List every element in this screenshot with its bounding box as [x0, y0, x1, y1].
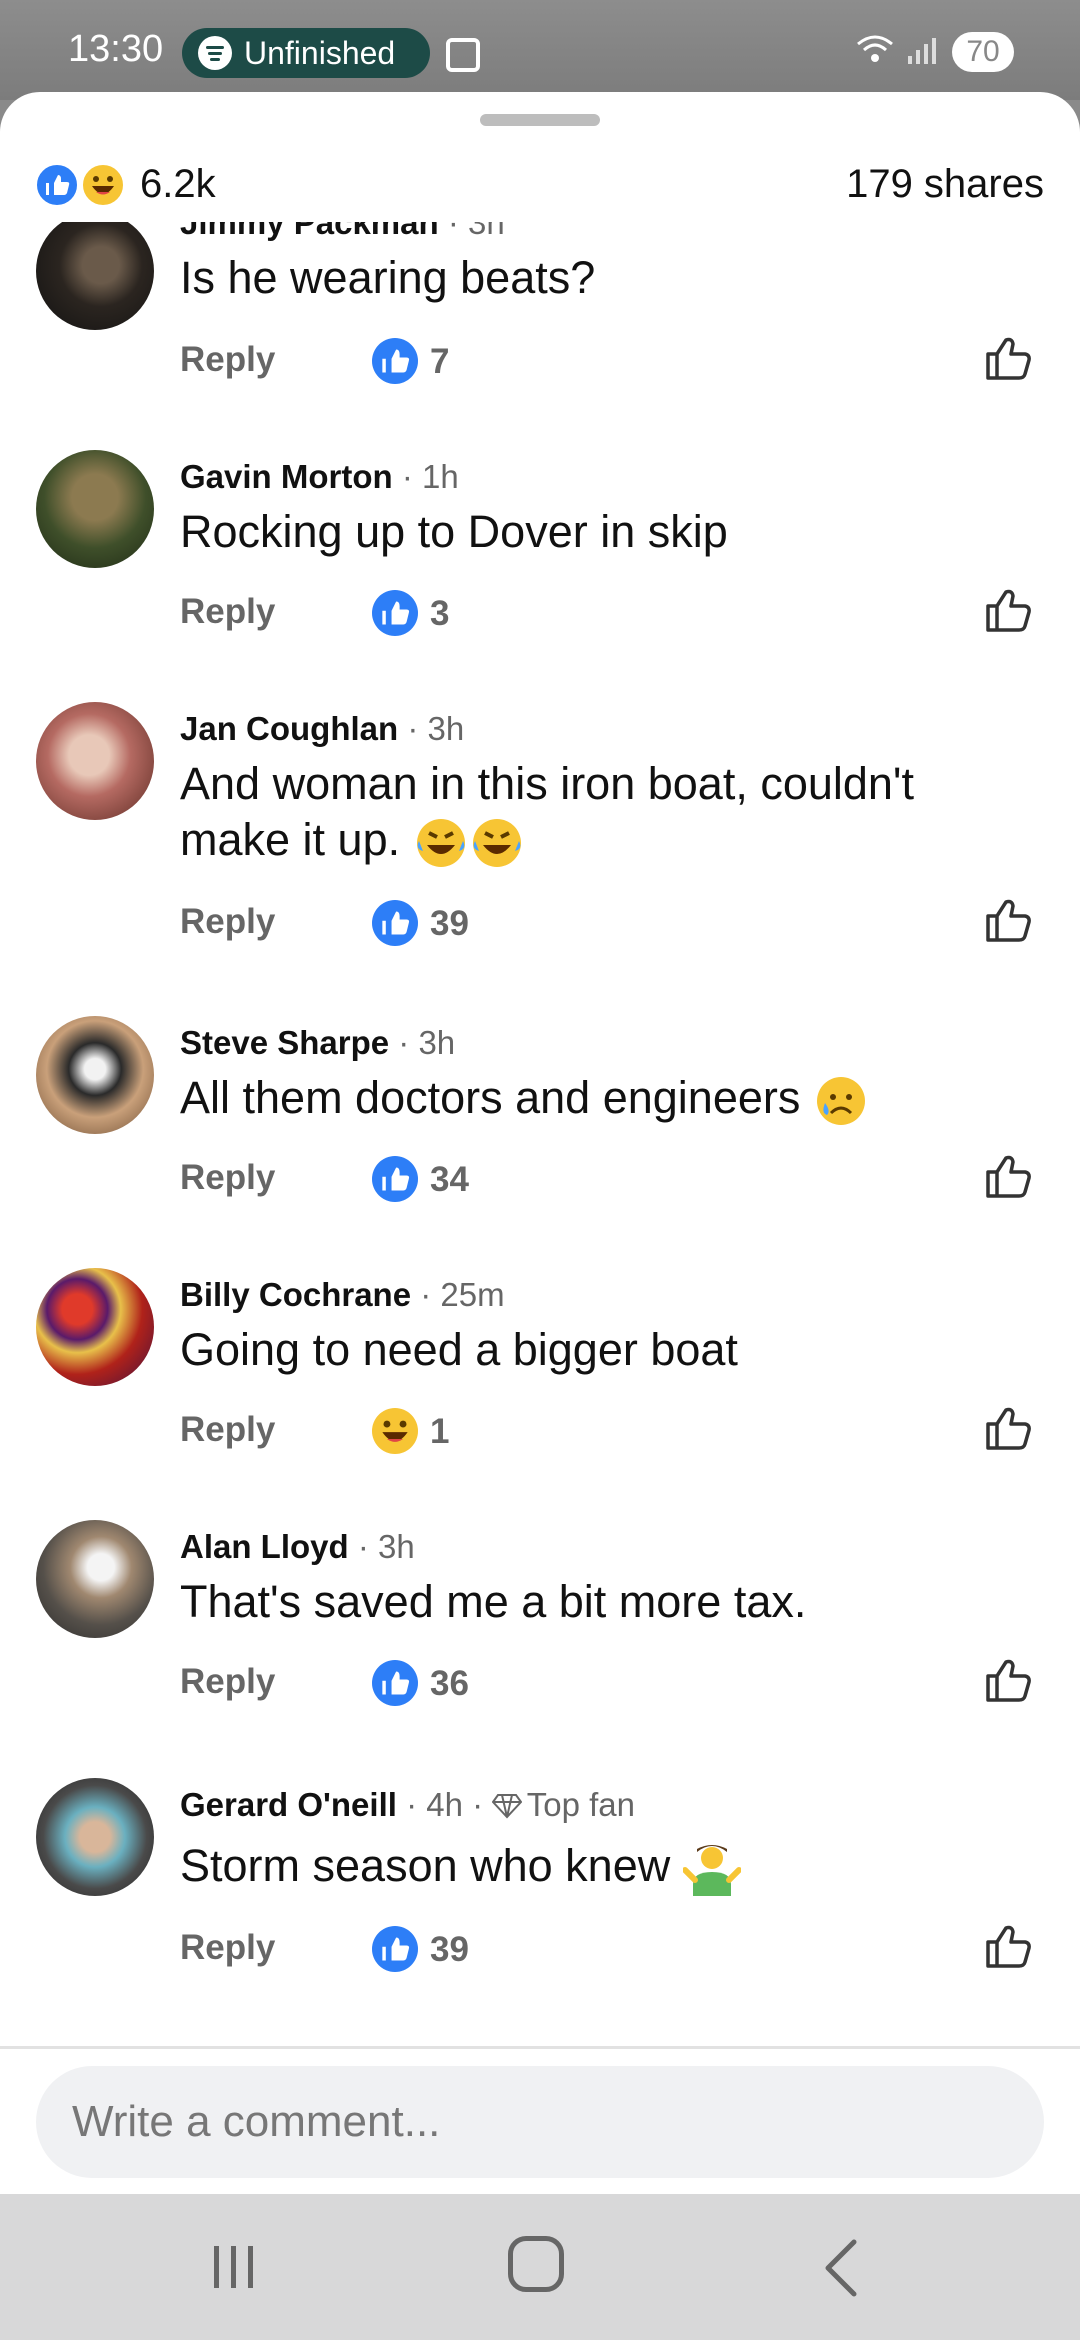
comment-author[interactable]: Jan Coughlan [180, 710, 398, 747]
reply-button[interactable]: Reply [180, 1158, 275, 1198]
comments-list[interactable]: Jimmy Packman · 3h Is he wearing beats? … [0, 222, 1080, 2142]
status-bar: 13:30 Unfinished 70 [0, 0, 1080, 100]
comment-text: Rocking up to Dover in skip [180, 506, 728, 557]
reaction-count[interactable]: 34 [430, 1160, 469, 1200]
comment-author[interactable]: Gavin Morton [180, 458, 393, 495]
comment-author[interactable]: Gerard O'neill [180, 1786, 397, 1823]
like-button-icon[interactable] [982, 1654, 1034, 1706]
person-shrugging-emoji-icon [682, 1845, 741, 1897]
signal-icon [908, 38, 936, 64]
avatar[interactable] [36, 1778, 154, 1896]
spotify-now-playing-pill[interactable]: Unfinished [182, 28, 430, 78]
like-button-icon[interactable] [982, 584, 1034, 636]
comment-text: Is he wearing beats? [180, 252, 596, 303]
comment-text: And woman in this iron boat, couldn't ma… [180, 758, 915, 865]
comment-author[interactable]: Alan Lloyd [180, 1528, 349, 1565]
like-reaction-icon [372, 1926, 418, 1972]
like-button-icon[interactable] [982, 332, 1034, 384]
comment-time: 4h [426, 1786, 463, 1823]
reply-button[interactable]: Reply [180, 902, 275, 942]
reply-button[interactable]: Reply [180, 1662, 275, 1702]
avatar[interactable] [36, 1268, 154, 1386]
like-reaction-icon [372, 1660, 418, 1706]
comment-text: All them doctors and engineers [180, 1072, 801, 1123]
like-button-icon[interactable] [982, 1150, 1034, 1202]
reaction-count[interactable]: 39 [430, 1930, 469, 1970]
wifi-icon [857, 35, 893, 62]
comment-input[interactable]: Write a comment... [36, 2066, 1044, 2178]
like-button-icon[interactable] [982, 1920, 1034, 1972]
back-icon[interactable] [820, 2238, 860, 2298]
haha-reaction-icon [372, 1408, 418, 1454]
divider [0, 2046, 1080, 2049]
like-reaction-icon [372, 1156, 418, 1202]
like-button-icon[interactable] [982, 894, 1034, 946]
avatar[interactable] [36, 222, 154, 330]
home-icon[interactable] [508, 2236, 564, 2292]
crying-face-emoji-icon [816, 1077, 865, 1126]
comment-text: Storm season who knew [180, 1840, 671, 1891]
comment-author[interactable]: Jimmy Packman [180, 222, 439, 241]
comment-text: That's saved me a bit more tax. [180, 1576, 807, 1627]
like-reaction-icon [34, 162, 80, 208]
avatar[interactable] [36, 1016, 154, 1134]
like-reaction-icon [372, 900, 418, 946]
reactions-summary-bar[interactable]: 6.2k 179 shares [0, 152, 1080, 212]
reaction-count[interactable]: 3 [430, 594, 449, 634]
reactions-count: 6.2k [140, 162, 216, 206]
comment-time: 3h [427, 710, 465, 747]
comment-time: 3h [467, 222, 505, 241]
comment-time: 1h [422, 458, 459, 495]
reaction-count[interactable]: 39 [430, 904, 469, 944]
reply-button[interactable]: Reply [180, 340, 275, 380]
like-button-icon[interactable] [982, 1402, 1034, 1454]
spotify-track-label: Unfinished [244, 34, 396, 71]
reply-button[interactable]: Reply [180, 1928, 275, 1968]
reaction-count[interactable]: 1 [430, 1412, 449, 1452]
comment-author[interactable]: Steve Sharpe [180, 1024, 389, 1061]
reply-button[interactable]: Reply [180, 592, 275, 632]
like-reaction-icon [372, 590, 418, 636]
haha-reaction-icon [80, 162, 126, 208]
recent-apps-icon[interactable] [208, 2244, 260, 2290]
battery-indicator: 70 [952, 32, 1014, 72]
like-reaction-icon [372, 338, 418, 384]
avatar[interactable] [36, 1520, 154, 1638]
reaction-count[interactable]: 36 [430, 1664, 469, 1704]
laughing-crying-emoji-icon [472, 819, 521, 868]
comments-sheet: 6.2k 179 shares Jimmy Packman · 3h Is he… [0, 92, 1080, 2194]
avatar[interactable] [36, 702, 154, 820]
sheet-drag-handle[interactable] [480, 114, 600, 126]
spotify-icon [198, 36, 232, 70]
reaction-count[interactable]: 7 [430, 342, 449, 382]
comment-time: 25m [440, 1276, 505, 1313]
screenshot-icon [446, 38, 480, 72]
shares-count[interactable]: 179 shares [846, 162, 1044, 207]
comment-time: 3h [418, 1024, 456, 1061]
avatar[interactable] [36, 450, 154, 568]
reply-button[interactable]: Reply [180, 1410, 275, 1450]
comment-time: 3h [378, 1528, 415, 1565]
status-time: 13:30 [68, 28, 164, 70]
system-navigation-bar [0, 2194, 1080, 2340]
top-fan-badge: Top fan [526, 1786, 635, 1823]
comment-author[interactable]: Billy Cochrane [180, 1276, 411, 1313]
laughing-crying-emoji-icon [416, 819, 465, 868]
diamond-icon [492, 1794, 523, 1819]
comment-text: Going to need a bigger boat [180, 1324, 738, 1375]
